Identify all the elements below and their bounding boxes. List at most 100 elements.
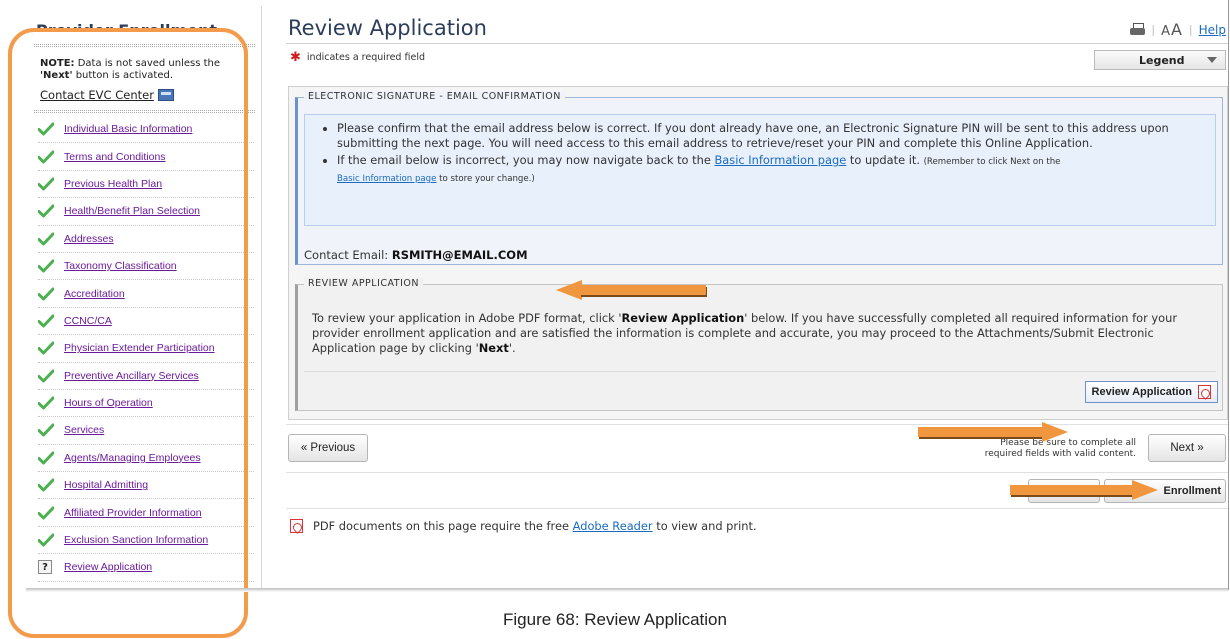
checkmark-icon <box>38 533 54 547</box>
sidebar-divider <box>34 110 255 113</box>
legend-dropdown-label: Legend <box>1139 53 1185 67</box>
sidebar-item[interactable]: Physician Extender Participation <box>38 335 254 363</box>
checkmark-icon <box>38 177 54 191</box>
sidebar-item[interactable]: Terms and Conditions <box>38 143 254 171</box>
arrow-shaft <box>918 427 1044 437</box>
page-bottom-shadow <box>26 588 1228 592</box>
pdf-icon <box>1198 385 1211 399</box>
review-divider <box>304 371 1216 372</box>
sidebar-item[interactable]: Hospital Admitting <box>38 472 254 500</box>
sidebar-item-label[interactable]: Hospital Admitting <box>64 479 148 491</box>
previous-button[interactable]: « Previous <box>288 434 368 462</box>
esig-bullet-2-pre: If the email below is incorrect, you may… <box>337 153 715 167</box>
text-size-big: A <box>1170 20 1183 39</box>
checkmark-icon <box>38 259 54 273</box>
sidebar-item-label[interactable]: Preventive Ancillary Services <box>64 370 199 382</box>
sidebar-item[interactable]: Accreditation <box>38 280 254 308</box>
adobe-reader-link[interactable]: Adobe Reader <box>573 519 653 533</box>
required-field-note: ✱ indicates a required field <box>290 50 425 65</box>
review-legend: Review Application <box>304 278 423 289</box>
content-panel: Electronic Signature - Email Confirmatio… <box>288 86 1228 420</box>
sidebar-item[interactable]: Affiliated Provider Information <box>38 499 254 527</box>
esig-bullet-1: Please confirm that the email address be… <box>337 121 1205 151</box>
nav-divider <box>286 424 1228 425</box>
pdf-note-post: to view and print. <box>652 519 757 533</box>
sidebar-item-label[interactable]: Hours of Operation <box>64 397 153 409</box>
sidebar-item[interactable]: Taxonomy Classification <box>38 253 254 281</box>
validation-line-1: Please be sure to complete all <box>1000 438 1136 448</box>
sidebar-title: Provider Enrollment <box>36 21 218 32</box>
sidebar-item[interactable]: Preventive Ancillary Services <box>38 363 254 390</box>
sidebar-item-label[interactable]: Addresses <box>64 233 114 245</box>
contact-email-row: Contact Email: RSMITH@EMAIL.COM <box>304 248 528 262</box>
sidebar-item-label[interactable]: Services <box>64 424 104 436</box>
review-text-bold2: Next <box>478 341 509 355</box>
figure-caption: Figure 68: Review Application <box>503 610 727 629</box>
review-text-bold1: Review Application <box>621 311 745 325</box>
sidebar-item[interactable]: Individual Basic Information <box>38 116 254 144</box>
sidebar-item[interactable]: Services <box>38 417 254 445</box>
contact-email-value: RSMITH@EMAIL.COM <box>391 248 528 262</box>
esig-fieldset: Electronic Signature - Email Confirmatio… <box>295 91 1223 265</box>
esig-bullet-list: Please confirm that the email address be… <box>315 121 1205 187</box>
review-fieldset: Review Application To review your applic… <box>295 278 1223 411</box>
pdf-icon <box>290 519 303 533</box>
toolbar-separator: | <box>1151 23 1156 36</box>
sidebar-item[interactable]: Health/Benefit Plan Selection <box>38 198 254 226</box>
save-button[interactable] <box>1028 479 1100 503</box>
sidebar-item[interactable]: Hours of Operation <box>38 390 254 418</box>
page-frame-edge <box>1228 0 1229 590</box>
chevron-down-icon <box>1207 57 1217 63</box>
sidebar-item-label[interactable]: Terms and Conditions <box>64 151 166 163</box>
legend-dropdown[interactable]: Legend <box>1094 50 1226 70</box>
print-icon[interactable] <box>1130 23 1146 36</box>
basic-info-link[interactable]: Basic Information page <box>714 153 846 167</box>
checkmark-icon <box>38 451 54 465</box>
enrollment-button[interactable]: Enrollment <box>1104 479 1226 503</box>
pdf-note-pre: PDF documents on this page require the f… <box>313 519 573 533</box>
esig-legend: Electronic Signature - Email Confirmatio… <box>304 91 565 102</box>
contact-card-icon <box>157 89 174 101</box>
checkmark-icon <box>38 232 54 246</box>
sidebar-item-label[interactable]: Agents/Managing Employees <box>64 452 201 464</box>
sidebar-item-label[interactable]: Exclusion Sanction Information <box>64 534 208 546</box>
sidebar-item[interactable]: Addresses <box>38 226 254 253</box>
text-size-icon[interactable]: AA <box>1161 20 1183 39</box>
checkmark-icon <box>38 314 54 328</box>
review-application-button[interactable]: Review Application <box>1084 381 1218 403</box>
note-tail: button is activated. <box>72 70 173 81</box>
sidebar-item-label[interactable]: CCNC/CA <box>64 315 112 327</box>
next-button[interactable]: Next » <box>1148 434 1226 462</box>
sidebar-item[interactable]: Agents/Managing Employees <box>38 445 254 473</box>
sidebar-item-label[interactable]: Health/Benefit Plan Selection <box>64 205 200 217</box>
sidebar-item[interactable]: Exclusion Sanction Information <box>38 527 254 555</box>
sidebar-item-label[interactable]: Physician Extender Participation <box>64 342 215 354</box>
esig-info-box: Please confirm that the email address be… <box>304 114 1216 226</box>
sidebar-item-label[interactable]: Individual Basic Information <box>64 123 192 135</box>
sidebar-item[interactable]: ? Review Application <box>38 554 254 582</box>
sidebar-item-label[interactable]: Previous Health Plan <box>64 178 162 190</box>
sidebar-item-label[interactable]: Taxonomy Classification <box>64 260 177 272</box>
page-title: Review Application <box>288 16 487 40</box>
question-icon: ? <box>38 560 52 575</box>
sidebar-divider <box>34 44 255 47</box>
sidebar-item-label[interactable]: Accreditation <box>64 288 125 300</box>
help-link[interactable]: Help <box>1199 23 1226 37</box>
sidebar-item[interactable]: Previous Health Plan <box>38 171 254 199</box>
checkmark-icon <box>38 204 54 218</box>
review-application-label: Review Application <box>1091 386 1192 398</box>
basic-info-link-small[interactable]: Basic Information page <box>337 174 436 184</box>
note-next: 'Next' <box>40 70 73 81</box>
contact-email-label: Contact Email: <box>304 248 392 262</box>
esig-bullet-2-post: to update it. <box>846 153 924 167</box>
checkmark-icon <box>38 506 54 520</box>
sidebar-item-label[interactable]: Affiliated Provider Information <box>64 507 202 519</box>
sidebar-item[interactable]: CCNC/CA <box>38 308 254 336</box>
pdf-note: PDF documents on this page require the f… <box>290 519 757 533</box>
checkmark-icon <box>38 122 54 136</box>
note-text: Data is not saved unless the <box>74 58 221 69</box>
contact-evc-link[interactable]: Contact EVC Center <box>40 88 174 102</box>
note-label: NOTE: <box>40 58 75 69</box>
checkmark-icon <box>38 478 54 492</box>
sidebar-item-label[interactable]: Review Application <box>64 561 152 573</box>
